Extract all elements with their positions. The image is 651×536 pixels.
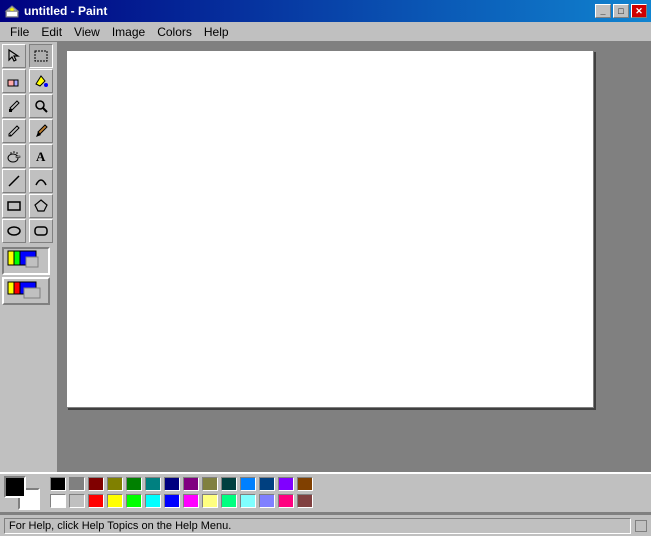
color-swatch[interactable]	[107, 477, 123, 491]
tool-extra-2[interactable]	[2, 277, 50, 305]
app-icon	[4, 3, 20, 19]
menu-item-image[interactable]: Image	[106, 23, 151, 41]
tool-rounded-rect[interactable]	[29, 219, 53, 243]
color-swatch[interactable]	[50, 494, 66, 508]
maximize-button[interactable]: □	[613, 4, 629, 18]
color-swatch[interactable]	[88, 477, 104, 491]
color-swatch[interactable]	[259, 477, 275, 491]
color-swatch[interactable]	[297, 494, 313, 508]
menu-item-help[interactable]: Help	[198, 23, 235, 41]
canvas[interactable]	[66, 50, 594, 408]
menu-item-file[interactable]: File	[4, 23, 35, 41]
tool-line[interactable]	[2, 169, 26, 193]
color-swatch[interactable]	[202, 477, 218, 491]
tool-extra-1[interactable]	[2, 247, 50, 275]
title-bar: untitled - Paint _ □ ✕	[0, 0, 651, 22]
resize-handle[interactable]	[635, 520, 647, 532]
foreground-color[interactable]	[4, 476, 26, 498]
color-swatch[interactable]	[126, 494, 142, 508]
extra-tools	[2, 247, 55, 305]
svg-text:A: A	[36, 149, 46, 164]
tool-curve[interactable]	[29, 169, 53, 193]
tool-polygon[interactable]	[29, 194, 53, 218]
color-swatch[interactable]	[69, 477, 85, 491]
menu-bar: FileEditViewImageColorsHelp	[0, 22, 651, 42]
status-bar: For Help, click Help Topics on the Help …	[0, 514, 651, 536]
tool-airbrush[interactable]	[2, 144, 26, 168]
color-swatch[interactable]	[183, 494, 199, 508]
tool-ellipse[interactable]	[2, 219, 26, 243]
color-swatch[interactable]	[69, 494, 85, 508]
color-grid	[50, 477, 315, 510]
color-swatch[interactable]	[126, 477, 142, 491]
title-buttons: _ □ ✕	[595, 4, 647, 18]
color-swatch[interactable]	[88, 494, 104, 508]
status-text: For Help, click Help Topics on the Help …	[4, 518, 631, 534]
menu-item-edit[interactable]: Edit	[35, 23, 68, 41]
title-text: untitled - Paint	[24, 4, 107, 18]
tool-select-rect[interactable]	[29, 44, 53, 68]
palette-bar	[0, 472, 651, 514]
canvas-area[interactable]	[58, 42, 651, 472]
tool-eraser[interactable]	[2, 69, 26, 93]
close-button[interactable]: ✕	[631, 4, 647, 18]
main-area: A	[0, 42, 651, 472]
menu-item-view[interactable]: View	[68, 23, 106, 41]
color-swatch[interactable]	[145, 477, 161, 491]
toolbar: A	[0, 42, 58, 472]
tool-select-free[interactable]	[2, 44, 26, 68]
color-swatch[interactable]	[107, 494, 123, 508]
tool-eyedropper[interactable]	[2, 94, 26, 118]
color-swatch[interactable]	[278, 494, 294, 508]
tool-pencil[interactable]	[2, 119, 26, 143]
title-left: untitled - Paint	[4, 3, 107, 19]
color-swatch[interactable]	[221, 494, 237, 508]
color-swatch[interactable]	[240, 477, 256, 491]
tool-magnifier[interactable]	[29, 94, 53, 118]
menu-item-colors[interactable]: Colors	[151, 23, 198, 41]
color-swatch[interactable]	[278, 477, 294, 491]
current-colors	[4, 476, 40, 510]
color-swatch[interactable]	[240, 494, 256, 508]
color-swatch[interactable]	[259, 494, 275, 508]
color-swatch[interactable]	[145, 494, 161, 508]
tool-text[interactable]: A	[29, 144, 53, 168]
minimize-button[interactable]: _	[595, 4, 611, 18]
color-swatch[interactable]	[297, 477, 313, 491]
tool-rect-outline[interactable]	[2, 194, 26, 218]
color-swatch[interactable]	[164, 477, 180, 491]
color-swatch[interactable]	[183, 477, 199, 491]
color-swatch[interactable]	[202, 494, 218, 508]
color-swatch[interactable]	[221, 477, 237, 491]
tool-fill[interactable]	[29, 69, 53, 93]
color-swatch[interactable]	[50, 477, 66, 491]
tool-grid: A	[2, 44, 55, 243]
color-swatch[interactable]	[164, 494, 180, 508]
tool-brush[interactable]	[29, 119, 53, 143]
